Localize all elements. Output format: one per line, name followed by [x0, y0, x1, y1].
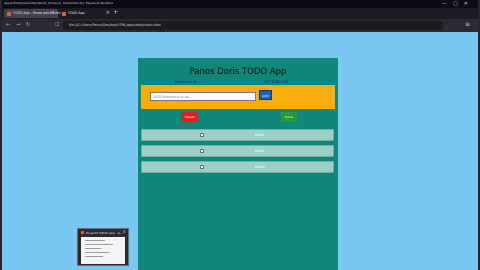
hamburger-menu-icon[interactable]: ≡	[465, 21, 470, 28]
new-tab-icon[interactable]: +	[113, 9, 118, 16]
done-button[interactable]: Done	[281, 112, 297, 122]
menu-item-view[interactable]: Προβολή	[33, 1, 46, 5]
reload-icon[interactable]: ↻	[26, 22, 30, 28]
address-bar[interactable]: file:///C:/Users/Panos/Desktop/HTML/apps…	[63, 21, 443, 30]
todo-input[interactable]: ADD Something to do...	[150, 92, 256, 101]
firefox-icon	[81, 231, 84, 234]
close-preview-icon[interactable]: ×	[123, 229, 126, 234]
preview-line	[85, 252, 109, 253]
tab-second[interactable]: TODO App ×	[59, 9, 113, 18]
todo-input-placeholder: ADD Something to do...	[154, 95, 192, 99]
todo-text: book1	[255, 133, 265, 137]
window-controls[interactable]: —▢✕	[442, 1, 474, 7]
todo-checkbox[interactable]	[200, 165, 204, 169]
menu-item-bookmarks[interactable]: Σελιδοδείκτες	[63, 1, 84, 5]
preview-line	[85, 248, 101, 249]
menu-item-history[interactable]: Ιστορικό	[48, 1, 61, 5]
todo-item[interactable]: book1	[141, 129, 334, 141]
todo-checkbox[interactable]	[200, 133, 204, 137]
preview-thumbnail	[81, 237, 125, 264]
back-icon[interactable]: ←	[6, 22, 10, 28]
add-button[interactable]: ADD	[259, 90, 272, 100]
firefox-tab-icon	[7, 12, 11, 16]
delete-button[interactable]: Delete	[182, 112, 198, 122]
app-label-right: MY TO-DO LIST	[264, 80, 289, 84]
page-tab-icon	[62, 12, 66, 16]
preview-line	[85, 240, 105, 241]
menu-item-help[interactable]: Βοήθεια	[101, 1, 113, 5]
screen-edge-left	[0, 0, 2, 270]
url-text: file:///C:/Users/Panos/Desktop/HTML/apps…	[69, 23, 162, 27]
todo-checkbox[interactable]	[200, 149, 204, 153]
tab-title: TODO App	[68, 11, 85, 15]
todo-item[interactable]: book3	[141, 161, 334, 173]
preview-line	[85, 244, 113, 245]
todo-text: book3	[255, 165, 265, 169]
preview-title: Project3 TODO App - G...	[86, 231, 123, 235]
forward-icon[interactable]: →	[16, 22, 20, 28]
preview-line	[85, 256, 103, 257]
app-title: Panos Doris TODO App	[189, 67, 287, 77]
close-tab-icon[interactable]: ×	[106, 10, 110, 16]
menu-item-edit[interactable]: Επεξεργασία	[14, 1, 33, 5]
menu-bar: Αρχείο Επεξεργασία Προβολή Ιστορικό Σελι…	[2, 0, 478, 8]
menu-item-file[interactable]: Αρχείο	[4, 1, 14, 5]
taskbar-window-preview[interactable]: Project3 TODO App - G... ×	[77, 228, 129, 266]
close-tab-icon[interactable]: ×	[51, 10, 55, 16]
tab-bar: TODO App - Panos gotcha-btn × TODO App ×	[2, 8, 478, 19]
app-label-left: Мемento 1.0	[175, 80, 197, 84]
todo-text: book2	[255, 149, 265, 153]
todo-item[interactable]: book2	[141, 145, 334, 157]
page-info-icon[interactable]: ☐	[55, 22, 59, 28]
tab-active[interactable]: TODO App - Panos gotcha-btn ×	[4, 9, 61, 18]
menu-item-tools[interactable]: Εργαλεία	[86, 1, 100, 5]
